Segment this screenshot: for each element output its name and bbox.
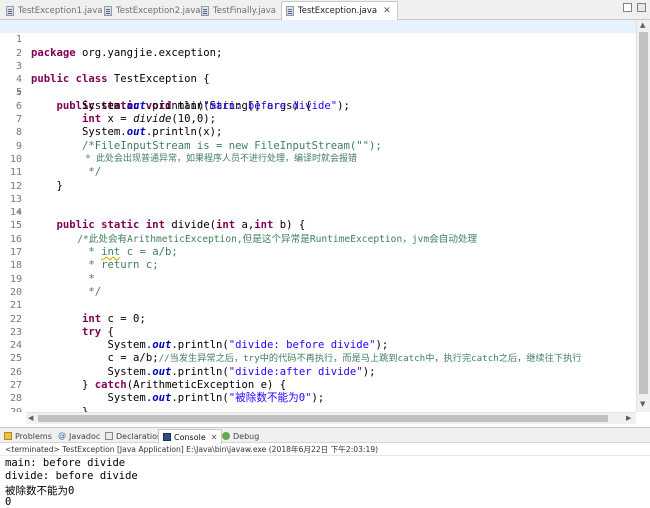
tab-label: TestException1.java bbox=[18, 5, 103, 16]
tab-problems[interactable]: Problems bbox=[4, 429, 52, 443]
code-line: 5 System.out.println("main: before divid… bbox=[0, 73, 636, 111]
minimize-button[interactable] bbox=[623, 3, 632, 12]
console-output-line: main: before divide bbox=[5, 457, 126, 469]
console-output-line: 被除数不能为0 bbox=[5, 485, 75, 497]
tab-javadoc[interactable]: @ Javadoc bbox=[58, 429, 100, 443]
scroll-down-arrow-icon[interactable]: ▼ bbox=[640, 401, 647, 408]
tab-label: TestFinally.java bbox=[213, 5, 277, 16]
code-line: 4 ⊖ public static void main(String[] arg… bbox=[0, 60, 636, 112]
tab-label: Declaration bbox=[116, 431, 163, 441]
code-line: 2 bbox=[0, 33, 636, 59]
editor-tab-bar: TestException1.java TestException2.java … bbox=[0, 0, 650, 20]
code-line: 1 package org.yangjie.exception; bbox=[0, 20, 636, 59]
console-output-line: 0 bbox=[5, 496, 12, 508]
problems-icon bbox=[4, 432, 12, 440]
tab-label: Problems bbox=[15, 431, 52, 441]
code-line: 24 c = a/b;//当发生异常之后，try中的代码不再执行，而是马上跳到c… bbox=[0, 326, 636, 364]
tab-label: TestException2.java bbox=[116, 5, 201, 16]
tab-declaration[interactable]: Declaration bbox=[105, 429, 162, 443]
code-editor[interactable]: 1 package org.yangjie.exception; 2 3 pub… bbox=[0, 20, 636, 412]
code-line: 7 System.out.println(x); bbox=[0, 100, 636, 138]
console-output-line: divide: before divide bbox=[5, 470, 138, 482]
maximize-button[interactable] bbox=[637, 3, 646, 12]
tab-testfinally[interactable]: TestFinally.java bbox=[201, 2, 276, 19]
code-line: 16 * int c = a/b; bbox=[0, 220, 636, 258]
tab-label: TestException.java bbox=[298, 6, 378, 16]
console-icon bbox=[163, 433, 171, 441]
code-line: 23 System.out.println("divide: before di… bbox=[0, 313, 636, 351]
code-line: 14 bbox=[0, 193, 636, 218]
code-line: 9 * 此处会出现普通异常，如果程序人员不进行处理，编译时就会报错 bbox=[0, 126, 636, 164]
tab-testexception1[interactable]: TestException1.java bbox=[6, 2, 103, 19]
code-line: 17 * return c; bbox=[0, 233, 636, 271]
debug-icon bbox=[222, 432, 230, 440]
code-line: 19 */ bbox=[0, 259, 636, 298]
tab-testexception-active[interactable]: TestException.java ✕ bbox=[281, 1, 398, 20]
java-file-icon bbox=[104, 5, 112, 16]
code-line: 8 /*FileInputStream is = new FileInputSt… bbox=[0, 113, 636, 151]
java-file-icon bbox=[6, 5, 14, 16]
vertical-scroll-thumb[interactable] bbox=[639, 32, 648, 394]
scroll-left-arrow-icon[interactable]: ◀ bbox=[28, 414, 33, 422]
code-line: 28 } bbox=[0, 379, 636, 412]
declaration-icon bbox=[105, 432, 113, 440]
code-line: 18 * bbox=[0, 246, 636, 284]
code-line: 11 } bbox=[0, 153, 636, 191]
code-line: 20 bbox=[0, 273, 636, 298]
close-tab-icon[interactable]: ✕ bbox=[211, 433, 218, 442]
code-line: 25 System.out.println("divide:after divi… bbox=[0, 339, 636, 377]
close-tab-icon[interactable]: ✕ bbox=[383, 6, 391, 16]
tab-label: Javadoc bbox=[69, 431, 101, 441]
tab-label: Console bbox=[174, 432, 206, 442]
code-line: 3 public class TestException { bbox=[0, 47, 636, 85]
views-tab-bar: Problems @ Javadoc Declaration Console ✕… bbox=[0, 427, 650, 444]
tab-label: Debug bbox=[233, 431, 260, 441]
code-line: 10 */ bbox=[0, 140, 636, 178]
code-line: 15 /*此处会有ArithmeticException,但是这个异常是Runt… bbox=[0, 206, 636, 244]
code-line: 22 try { bbox=[0, 299, 636, 338]
javadoc-icon: @ bbox=[58, 431, 66, 440]
code-line: 12 bbox=[0, 166, 636, 192]
code-line: 6 int x = divide(10,0); bbox=[0, 87, 636, 125]
code-line: 26 } catch(ArithmeticException e) { bbox=[0, 353, 636, 391]
tab-debug[interactable]: Debug bbox=[222, 429, 259, 443]
editor-horizontal-scrollbar[interactable]: ◀ ▶ bbox=[26, 412, 636, 424]
code-line: 13 ⊖ public static int divide(int a,int … bbox=[0, 180, 636, 232]
editor-window-controls bbox=[623, 3, 646, 12]
scroll-right-arrow-icon[interactable]: ▶ bbox=[626, 414, 631, 422]
tab-console[interactable]: Console ✕ bbox=[158, 429, 223, 444]
code-line: 29 return c; bbox=[0, 392, 636, 412]
java-file-icon bbox=[201, 5, 209, 16]
editor-vertical-scrollbar[interactable]: ▲ ▼ bbox=[636, 20, 650, 412]
java-file-icon bbox=[286, 6, 294, 16]
scroll-up-arrow-icon[interactable]: ▲ bbox=[640, 22, 647, 29]
code-line: 27 System.out.println("被除数不能为0"); bbox=[0, 366, 636, 404]
code-line: 21 int c = 0; bbox=[0, 286, 636, 324]
horizontal-scroll-thumb[interactable] bbox=[38, 415, 608, 422]
tab-testexception2[interactable]: TestException2.java bbox=[104, 2, 201, 19]
console-status-header: <terminated> TestException [Java Applica… bbox=[0, 443, 650, 456]
